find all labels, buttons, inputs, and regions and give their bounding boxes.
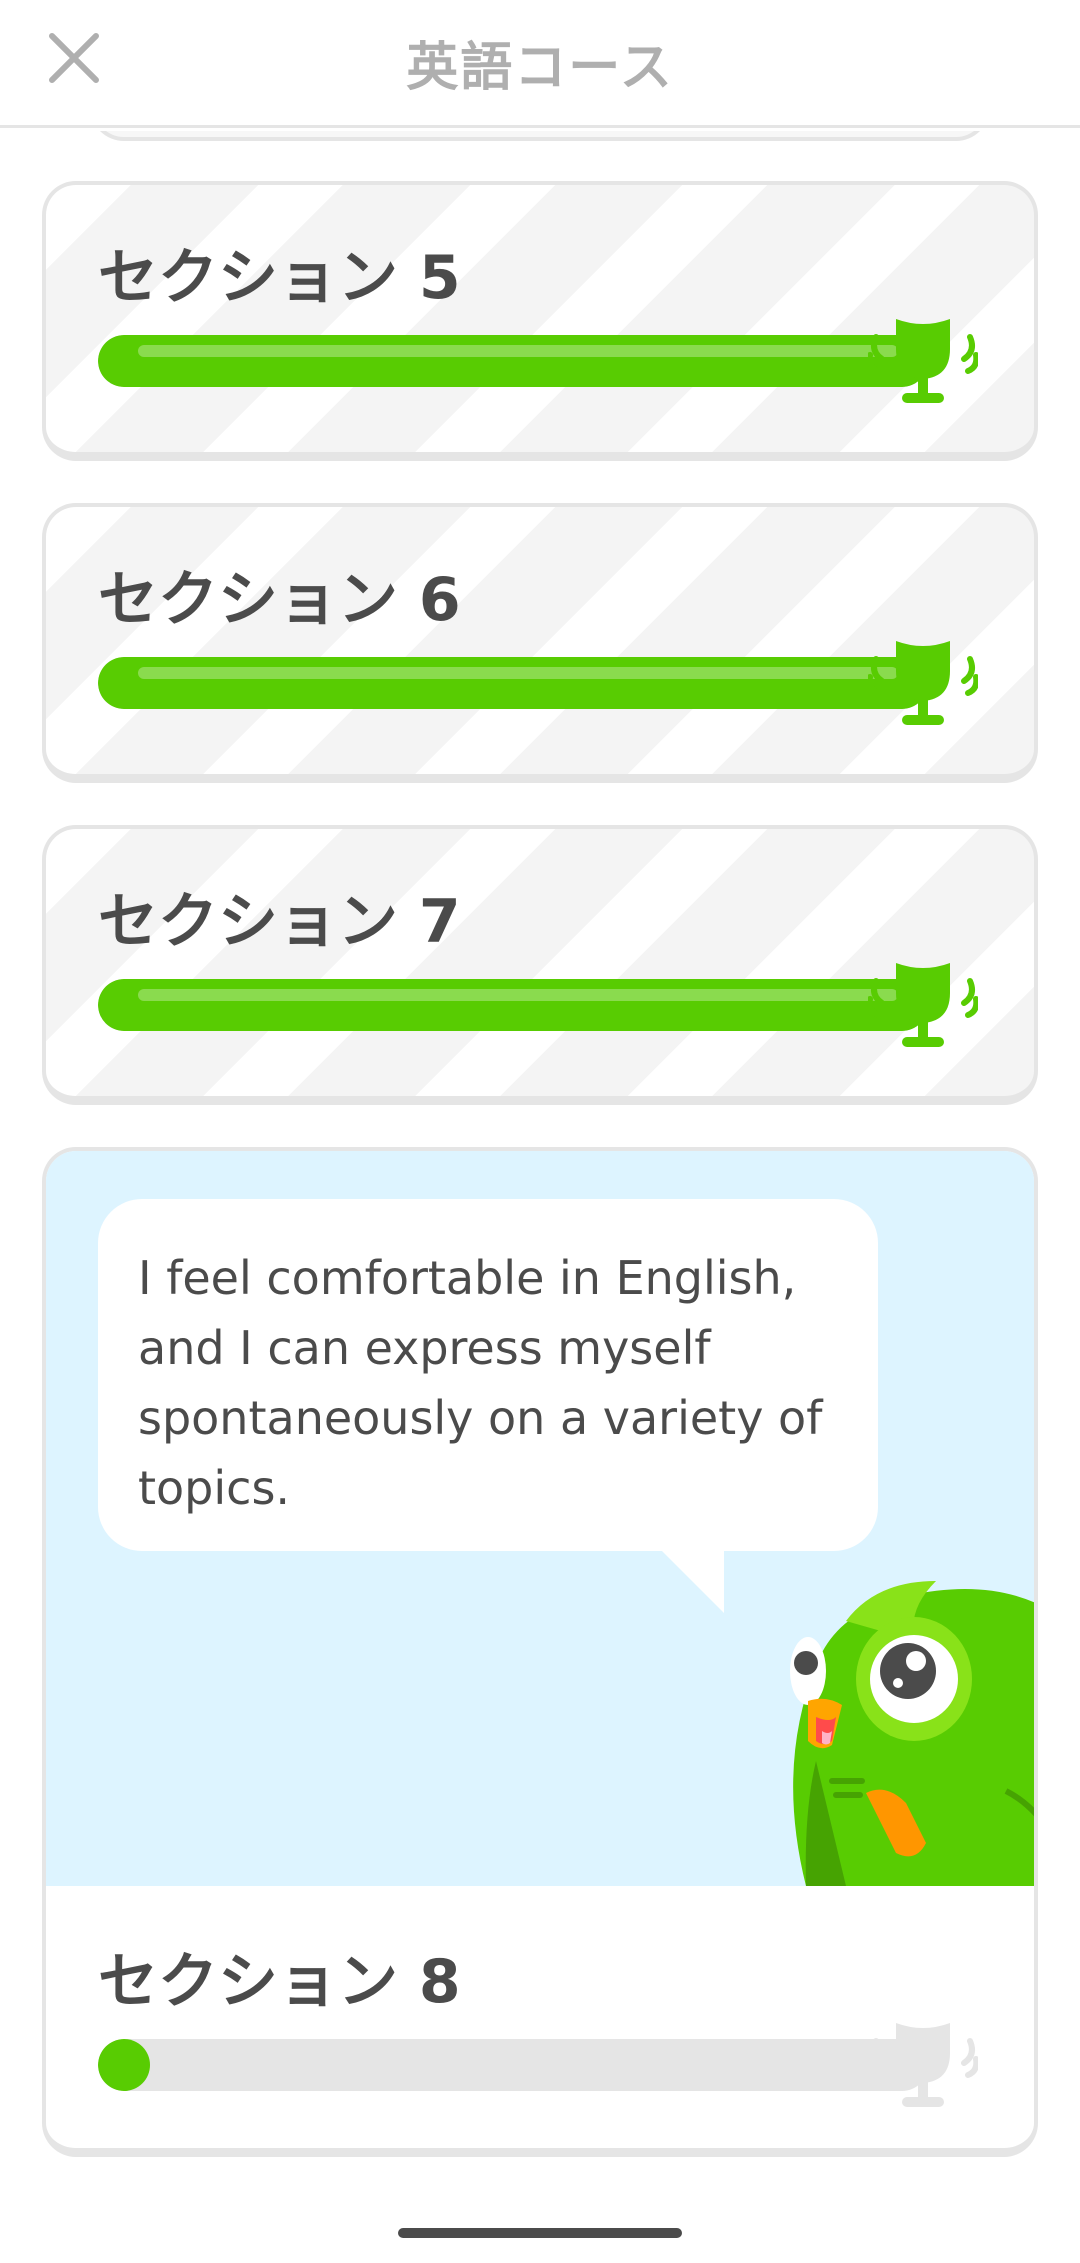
home-indicator[interactable] [398, 2228, 682, 2238]
section-list[interactable]: セクション 5 セクション 6 セクション 7 I feel comfortab… [0, 131, 1080, 2191]
speech-bubble-tail [658, 1547, 724, 1613]
previous-section-card-edge[interactable] [90, 131, 990, 141]
progress-shine [138, 667, 898, 679]
trophy-icon [868, 319, 978, 403]
trophy-icon [868, 2023, 978, 2107]
progress-bar [98, 335, 928, 387]
speech-bubble: I feel comfortable in English, and I can… [98, 1199, 878, 1551]
section-title: セクション 8 [98, 1947, 461, 2017]
page-title: 英語コース [406, 38, 674, 98]
trophy-icon [868, 963, 978, 1047]
section-card-5[interactable]: セクション 5 [42, 181, 1038, 461]
section-card-6[interactable]: セクション 6 [42, 503, 1038, 783]
progress-fill [98, 979, 928, 1031]
progress-bar [98, 2039, 928, 2091]
header-bar: 英語コース [0, 0, 1080, 128]
progress-fill [98, 335, 928, 387]
close-button[interactable] [44, 28, 104, 88]
progress-shine [138, 345, 898, 357]
progress-fill [98, 657, 928, 709]
section-title: セクション 5 [98, 243, 461, 313]
progress-fill [98, 2039, 150, 2091]
trophy-icon [868, 641, 978, 725]
close-icon [49, 33, 99, 83]
section-card-8[interactable]: I feel comfortable in English, and I can… [42, 1147, 1038, 2157]
section-title: セクション 6 [98, 565, 461, 635]
section-hero: I feel comfortable in English, and I can… [46, 1151, 1034, 1886]
progress-shine [138, 989, 898, 1001]
progress-bar [98, 979, 928, 1031]
section-card-7[interactable]: セクション 7 [42, 825, 1038, 1105]
owl-mascot-icon [790, 1581, 1034, 1886]
progress-bar [98, 657, 928, 709]
section-title: セクション 7 [98, 887, 461, 957]
